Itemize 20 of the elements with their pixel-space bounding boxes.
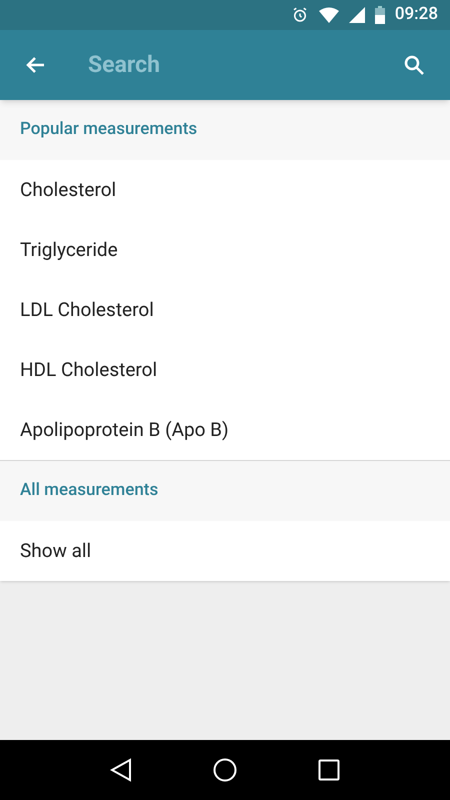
list-item[interactable]: Triglyceride: [0, 220, 450, 280]
list-item[interactable]: HDL Cholesterol: [0, 340, 450, 400]
section-title: Popular measurements: [20, 118, 198, 142]
status-time: 09:28: [394, 3, 438, 26]
back-nav-button[interactable]: [110, 758, 132, 782]
list-item[interactable]: LDL Cholesterol: [0, 280, 450, 340]
circle-icon: [212, 758, 237, 782]
battery-icon: [374, 6, 385, 24]
signal-icon: [348, 7, 365, 23]
list-item[interactable]: Cholesterol: [0, 160, 450, 220]
list-item[interactable]: Apolipoprotein B (Apo B): [0, 400, 450, 460]
home-button[interactable]: [212, 758, 237, 782]
alarm-icon: [290, 6, 309, 24]
list-item[interactable]: Show all: [0, 521, 450, 581]
wifi-icon: [318, 7, 339, 23]
square-icon: [318, 759, 340, 781]
triangle-icon: [110, 758, 132, 782]
section-title: All measurements: [20, 479, 158, 502]
search-icon: [402, 53, 426, 77]
recents-button[interactable]: [318, 759, 340, 781]
